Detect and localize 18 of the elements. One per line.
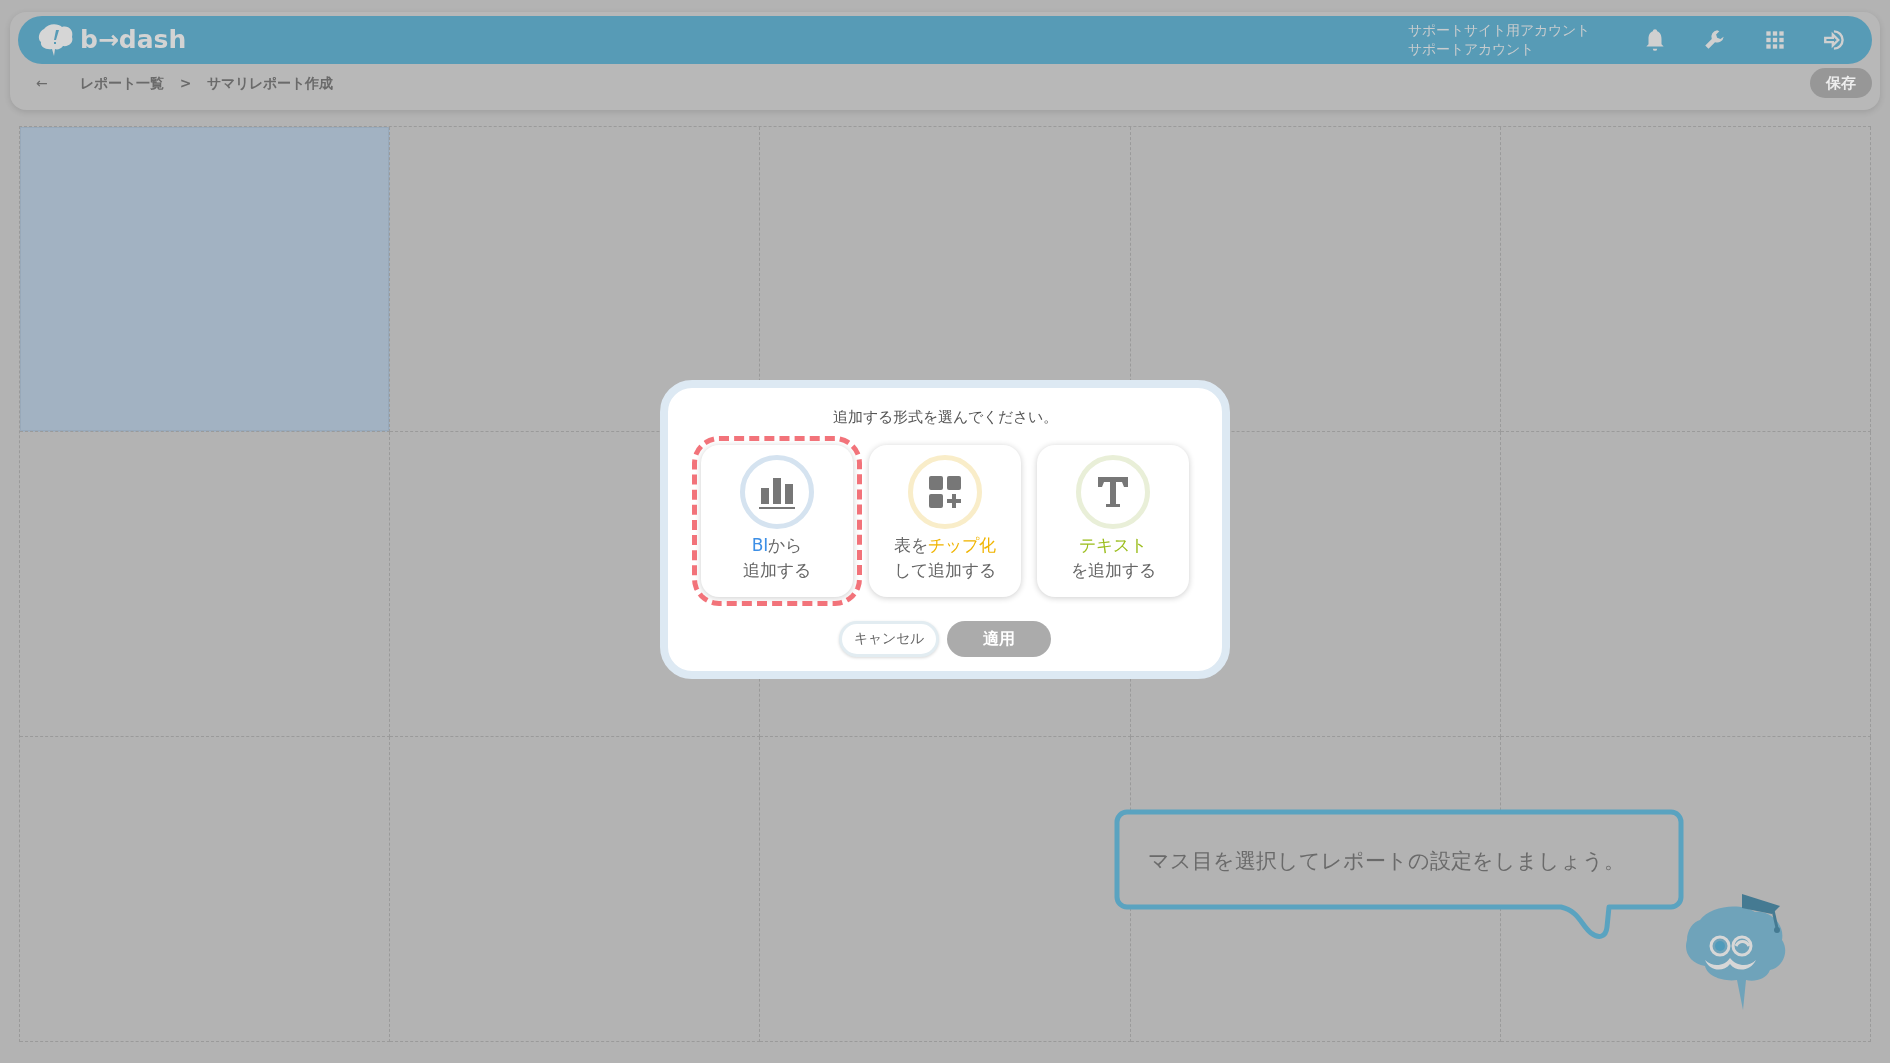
grid-cell[interactable] bbox=[1500, 127, 1871, 432]
dialog-prompt: 追加する形式を選んでください。 bbox=[831, 407, 1059, 428]
breadcrumb-current: サマリレポート作成 bbox=[207, 73, 334, 93]
format-option-card[interactable]: テキスト を追加する bbox=[1037, 444, 1189, 597]
letter-t-icon bbox=[1096, 474, 1130, 509]
grid-cell[interactable] bbox=[20, 737, 391, 1042]
account-type: サポートアカウント bbox=[1408, 40, 1535, 59]
grid-cell[interactable] bbox=[390, 737, 761, 1042]
breadcrumb-separator: > bbox=[179, 73, 192, 93]
hint-text: マス目を選択してレポートの設定をしましょう。 bbox=[1148, 848, 1625, 875]
format-option-card[interactable]: 表をチップ化 して追加する bbox=[869, 444, 1021, 597]
grid-cell[interactable] bbox=[20, 432, 391, 737]
grid-cell[interactable] bbox=[20, 127, 391, 432]
tiles-plus-icon bbox=[928, 474, 962, 509]
account-name: サポートサイト用アカウント bbox=[1408, 21, 1590, 40]
logo-text: b→dash bbox=[80, 24, 187, 57]
cancel-button[interactable]: キャンセル bbox=[839, 620, 939, 657]
grid-cell[interactable] bbox=[1500, 432, 1871, 737]
